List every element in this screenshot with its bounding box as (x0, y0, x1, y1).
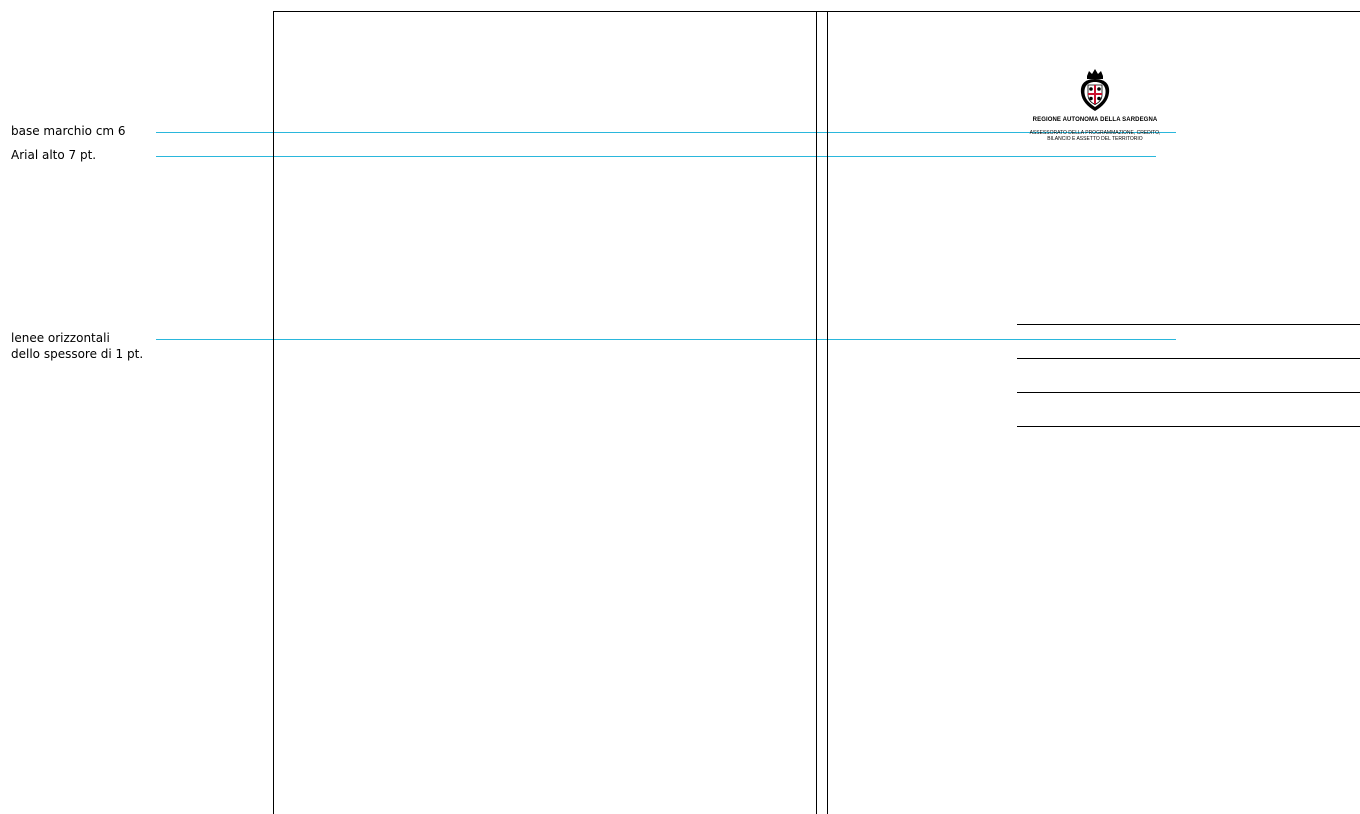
address-line (1017, 358, 1360, 359)
guide-line-rules (156, 339, 1176, 340)
department-name: ASSESSORATO DELLA PROGRAMMAZIONE, CREDIT… (1000, 130, 1190, 142)
annotation-base-marchio: base marchio cm 6 (11, 124, 126, 138)
sardinia-coat-of-arms-icon (1080, 69, 1110, 111)
department-line2: BILANCIO E ASSETTO DEL TERRITORIO (1047, 136, 1143, 142)
letterhead: REGIONE AUTONOMA DELLA SARDEGNA ASSESSOR… (1000, 68, 1190, 142)
guide-line-text-size (156, 156, 1156, 157)
frame-left-border (273, 11, 274, 814)
address-line (1017, 392, 1360, 393)
annotation-horizontal-lines: lenee orizzontali dello spessore di 1 pt… (11, 330, 143, 362)
organization-name: REGIONE AUTONOMA DELLA SARDEGNA (1032, 117, 1158, 123)
address-line (1017, 426, 1360, 427)
annotation-lines-line1: lenee orizzontali (11, 331, 110, 345)
annotation-lines-line2: dello spessore di 1 pt. (11, 347, 144, 361)
fold-line-left (816, 11, 817, 814)
fold-line-right (827, 11, 828, 814)
address-line (1017, 324, 1360, 325)
annotation-arial-size: Arial alto 7 pt. (11, 148, 97, 162)
